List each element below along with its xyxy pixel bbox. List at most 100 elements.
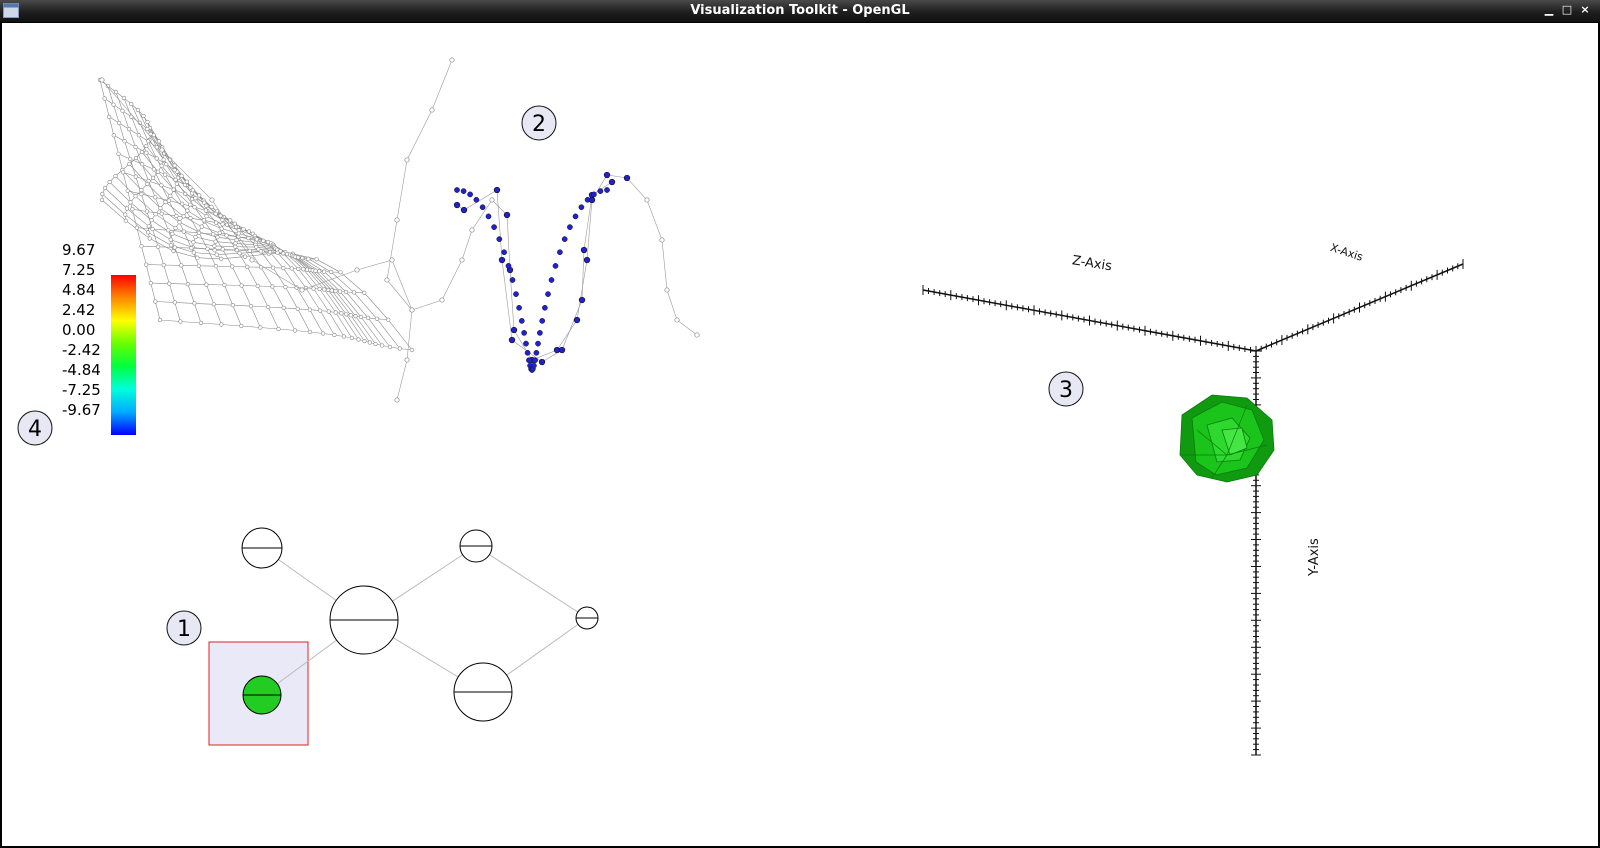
mesh-vertex [189, 246, 194, 251]
mesh-vertex [387, 344, 393, 350]
mesh-vertex [301, 267, 306, 272]
mesh-vertex [209, 204, 214, 209]
marker-1: 1 [166, 610, 202, 646]
mesh-vertex [217, 230, 222, 235]
mesh-vertex [155, 169, 161, 174]
mesh-vertex [133, 194, 138, 199]
mesh-vertex [317, 269, 322, 274]
mesh-vertex [228, 218, 233, 223]
curve-bead [518, 318, 525, 324]
mesh-vertex [212, 248, 217, 253]
curve-bead [545, 291, 551, 297]
mesh-vertex [171, 249, 176, 254]
curve-vertex-highlight [583, 256, 591, 264]
mesh-vertex [100, 191, 105, 197]
mesh-vertex [129, 101, 134, 107]
cube-axes-view[interactable]: Z-Axis X-Axis Y-Axis [922, 241, 1464, 756]
mesh-vertex [212, 243, 217, 248]
curve-vertex-highlight [498, 256, 506, 264]
curve-bead [584, 196, 591, 203]
curve-bead [548, 277, 555, 283]
mesh-vertex [163, 172, 168, 177]
curve-vertex-highlight [603, 171, 611, 179]
mesh-vertex [326, 309, 331, 314]
mesh-vertex [126, 127, 132, 132]
scalar-label-2: 4.84 [62, 281, 95, 299]
curve-vertex-highlight [503, 211, 511, 219]
curve-bead [532, 357, 538, 364]
mesh-curve-view[interactable] [97, 57, 700, 403]
mesh-vertex [248, 304, 254, 309]
mesh-vertex [127, 161, 132, 167]
title-bar[interactable]: Visualization Toolkit - OpenGL ▁ □ × [0, 0, 1600, 22]
graph-view[interactable] [208, 527, 599, 746]
render-viewport[interactable]: Z-Axis X-Axis Y-Axis 9.67 7.25 4.84 2.42… [2, 23, 1598, 846]
mesh-vertex [241, 227, 246, 232]
curve-vertex [394, 397, 400, 403]
scalar-label-6: -4.84 [62, 361, 101, 379]
curve-vertex-highlight [510, 326, 518, 334]
mesh-vertex [195, 255, 200, 260]
mesh-vertex [246, 229, 252, 234]
mesh-vertex [168, 237, 173, 242]
mesh-vertex [121, 95, 126, 101]
mesh-vertex [144, 150, 149, 155]
mesh-vertex [135, 107, 140, 113]
curve-bead [524, 349, 531, 356]
mesh-vertex [234, 248, 239, 253]
mesh-vertex [188, 216, 193, 221]
mesh-vertex [193, 196, 198, 201]
mesh-vertex [348, 313, 353, 318]
mesh-vertex [172, 245, 177, 250]
curve-vertex [469, 227, 475, 233]
mesh-vertex [179, 173, 184, 178]
curve-vertex [404, 357, 410, 363]
maximize-button[interactable]: □ [1560, 3, 1574, 17]
curve-vertex [449, 57, 455, 63]
minimize-button[interactable]: ▁ [1542, 3, 1556, 17]
mesh-vertex [153, 299, 158, 304]
isosurface-blob[interactable] [1179, 394, 1275, 483]
curve-bead [521, 330, 527, 336]
mesh-vertex [196, 230, 202, 235]
mesh-vertex [247, 248, 252, 253]
mesh-vertex [147, 236, 152, 241]
mesh-vertex [199, 224, 204, 229]
mesh-vertex [107, 114, 112, 119]
mesh-vertex [338, 289, 343, 294]
window-title: Visualization Toolkit - OpenGL [690, 3, 910, 18]
mesh-vertex [139, 192, 144, 197]
mesh-vertex [107, 179, 112, 185]
curve-bead [561, 236, 568, 242]
curve-vertex [429, 107, 435, 113]
render-scene[interactable]: Z-Axis X-Axis Y-Axis 9.67 7.25 4.84 2.42… [2, 23, 1598, 846]
mesh-vertex [191, 240, 196, 245]
mesh-vertex [234, 224, 239, 230]
curve-vertex [409, 307, 415, 313]
mesh-vertex [341, 334, 347, 339]
mesh-vertex [111, 133, 116, 138]
close-button[interactable]: × [1578, 3, 1592, 17]
curve-bead [542, 304, 548, 311]
mesh-vertex [178, 319, 183, 324]
mesh-vertex [154, 145, 159, 150]
curve-vertex [404, 157, 410, 163]
mesh-vertex [157, 317, 163, 323]
mesh-vertex [191, 250, 196, 255]
mesh-vertex [344, 289, 349, 295]
curve-vertex [394, 217, 400, 223]
curve-vertex [694, 332, 700, 338]
mesh-vertex [181, 229, 186, 234]
curve-vertex [439, 297, 445, 303]
mesh-vertex [174, 213, 179, 218]
mesh-vertex [367, 340, 372, 345]
mesh-vertex [120, 108, 125, 113]
mesh-vertex [313, 268, 318, 273]
mesh-vertex [314, 257, 319, 262]
mesh-vertex [333, 288, 338, 294]
mesh-vertex [267, 250, 273, 255]
curve-bead [523, 340, 529, 347]
mesh-vertex [184, 179, 189, 184]
curve-vertex [384, 277, 390, 283]
mesh-vertex [164, 162, 169, 167]
